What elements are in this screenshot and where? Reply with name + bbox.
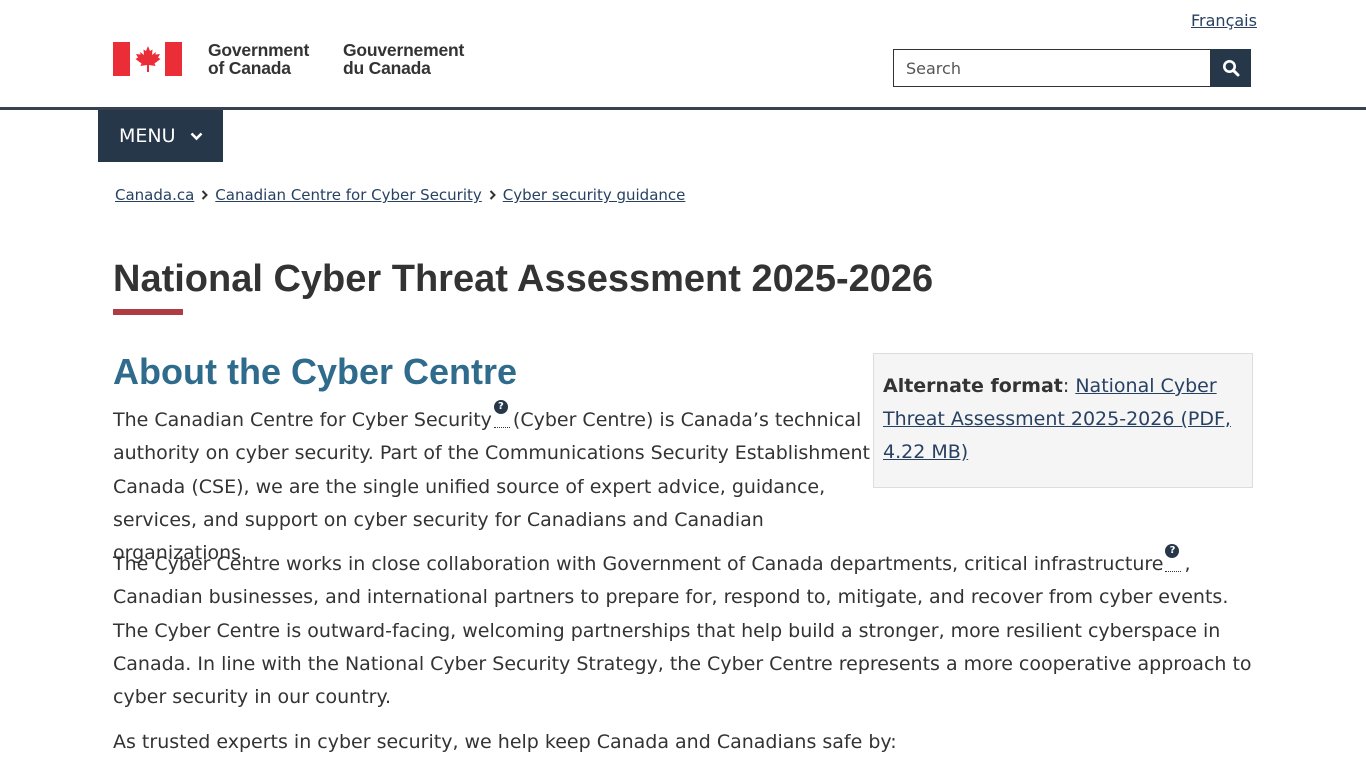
breadcrumb-link-guidance[interactable]: Cyber security guidance <box>503 186 686 204</box>
signature-english: Government of Canada <box>208 40 310 78</box>
canada-flag-icon <box>113 42 182 76</box>
menu-label: MENU <box>119 125 176 147</box>
page-title: National Cyber Threat Assessment 2025-20… <box>113 258 934 300</box>
chevron-right-icon <box>201 190 209 200</box>
alternate-format-label: Alternate format <box>883 375 1063 397</box>
breadcrumb: Canada.ca Canadian Centre for Cyber Secu… <box>115 186 685 204</box>
search-icon <box>1223 60 1240 77</box>
search-button[interactable] <box>1211 49 1251 87</box>
title-underline <box>113 309 183 315</box>
menu-button[interactable]: MENU <box>98 110 223 162</box>
alternate-format-box: Alternate format: National Cyber Threat … <box>873 353 1253 488</box>
paragraph-intro: The Canadian Centre for Cyber Security?(… <box>113 400 870 565</box>
chevron-right-icon <box>489 190 496 200</box>
signature-french: Gouvernement du Canada <box>343 40 465 78</box>
breadcrumb-link-canada[interactable]: Canada.ca <box>115 186 194 204</box>
chevron-down-icon <box>190 132 203 141</box>
government-of-canada-signature[interactable]: Government of Canada Gouvernement du Can… <box>113 41 464 76</box>
paragraph-trusted-experts: As trusted experts in cyber security, we… <box>113 731 897 753</box>
help-icon[interactable]: ? <box>493 400 510 428</box>
search-input[interactable] <box>893 49 1211 87</box>
search-form <box>893 49 1251 87</box>
breadcrumb-link-cyber-centre[interactable]: Canadian Centre for Cyber Security <box>215 186 481 204</box>
paragraph-collaboration: The Cyber Centre works in close collabor… <box>113 544 1252 709</box>
language-toggle-link[interactable]: Français <box>1191 11 1257 30</box>
help-icon[interactable]: ? <box>1165 544 1182 572</box>
section-heading: About the Cyber Centre <box>113 351 518 392</box>
